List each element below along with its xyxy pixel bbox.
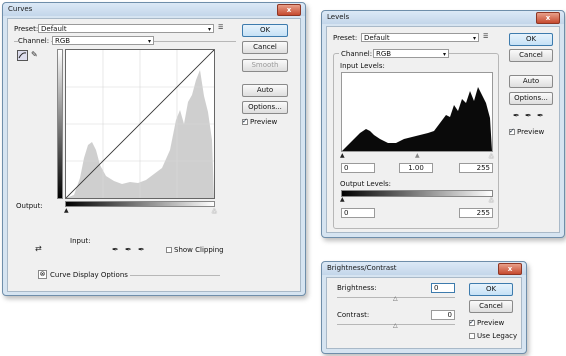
curves-preset-value: Default [41, 25, 67, 33]
levels-title: Levels [327, 13, 350, 21]
levels-close-button[interactable]: x [536, 12, 560, 24]
contrast-field[interactable]: 0 [431, 310, 455, 320]
black-point-slider-icon[interactable]: ▲ [64, 207, 69, 214]
brightness-close-button[interactable]: x [498, 263, 522, 275]
preset-menu-icon[interactable]: ☰ [218, 24, 223, 31]
curves-auto-button[interactable]: Auto [242, 84, 288, 97]
chevron-down-icon: ▾ [472, 35, 476, 42]
brightness-preview-checkbox[interactable] [469, 318, 475, 326]
curve-display-divider [130, 275, 220, 276]
white-eyedropper-icon[interactable]: ✒ [537, 111, 544, 120]
curves-graph[interactable] [65, 49, 215, 199]
levels-preview-checkbox[interactable] [509, 127, 515, 135]
contrast-slider-thumb-icon[interactable]: △ [393, 322, 398, 329]
input-gray-slider-icon[interactable]: ▲ [415, 152, 420, 159]
brightness-title: Brightness/Contrast [327, 264, 397, 272]
levels-titlebar[interactable]: Levels x [322, 11, 564, 24]
input-black-field[interactable]: 0 [341, 163, 375, 173]
curves-preview-checkbox[interactable] [242, 117, 248, 125]
curves-title: Curves [8, 5, 33, 13]
brightness-contrast-dialog: Brightness/Contrast x Brightness: 0 △ Co… [321, 261, 527, 354]
levels-histogram [342, 87, 492, 151]
use-legacy-label: Use Legacy [477, 332, 518, 340]
brightness-titlebar[interactable]: Brightness/Contrast x [322, 262, 526, 275]
black-eyedropper-icon[interactable]: ✒ [513, 111, 520, 120]
levels-options-button[interactable]: Options... [509, 92, 553, 105]
output-levels-gradient [341, 190, 493, 197]
curves-input-label: Input: [70, 237, 91, 245]
curves-titlebar[interactable]: Curves x [3, 3, 305, 16]
output-levels-label: Output Levels: [340, 180, 392, 188]
input-white-slider-icon[interactable]: △ [489, 152, 494, 159]
on-image-adjust-icon[interactable]: ⇄ [35, 244, 42, 253]
levels-dialog: Levels x Preset: Default ▾ ☰ Channel: RG… [321, 10, 565, 238]
levels-channel-select[interactable]: RGB ▾ [373, 49, 449, 58]
brightness-slider-thumb-icon[interactable]: △ [393, 295, 398, 302]
output-black-slider-icon[interactable]: ▲ [340, 196, 345, 203]
preset-menu-icon[interactable]: ☰ [483, 33, 488, 40]
levels-histogram-box[interactable] [341, 72, 493, 152]
brightness-label: Brightness: [337, 284, 377, 292]
output-white-field[interactable]: 255 [459, 208, 493, 218]
show-clipping-label: Show Clipping [174, 246, 224, 254]
levels-preset-select[interactable]: Default ▾ [361, 33, 479, 42]
levels-auto-button[interactable]: Auto [509, 75, 553, 88]
chevron-down-icon: ▾ [442, 51, 446, 58]
curves-close-button[interactable]: x [277, 4, 301, 16]
brightness-cancel-button[interactable]: Cancel [469, 300, 513, 313]
output-black-field[interactable]: 0 [341, 208, 375, 218]
white-eyedropper-icon[interactable]: ✒ [138, 245, 145, 254]
expand-options-icon[interactable]: ⊗ [38, 270, 47, 279]
levels-preview-label: Preview [517, 128, 545, 136]
curves-histogram-plot[interactable] [66, 50, 214, 198]
brightness-field[interactable]: 0 [431, 283, 455, 293]
curves-output-label: Output: [16, 202, 43, 210]
white-point-slider-icon[interactable]: △ [212, 207, 217, 214]
curves-preset-label: Preset: [14, 25, 39, 33]
levels-ok-button[interactable]: OK [509, 33, 553, 46]
curve-point-tool-icon[interactable] [17, 50, 28, 61]
pencil-icon[interactable]: ✎ [31, 50, 38, 59]
input-gamma-field[interactable]: 1.00 [399, 163, 433, 173]
curves-cancel-button[interactable]: Cancel [242, 41, 288, 54]
input-levels-label: Input Levels: [340, 62, 385, 70]
levels-preset-label: Preset: [333, 34, 358, 42]
curve-display-options-label[interactable]: Curve Display Options [50, 271, 128, 279]
curves-preset-select[interactable]: Default ▾ [38, 24, 214, 33]
input-white-field[interactable]: 255 [459, 163, 493, 173]
gray-eyedropper-icon[interactable]: ✒ [125, 245, 132, 254]
curves-channel-value: RGB [55, 37, 71, 45]
levels-preset-value: Default [364, 34, 390, 42]
chevron-down-icon: ▾ [207, 26, 211, 33]
curves-body: Preset: Default ▾ ☰ Channel: RGB ▾ ✎ Out… [7, 18, 301, 292]
brightness-preview-label: Preview [477, 319, 505, 327]
levels-body: Preset: Default ▾ ☰ Channel: RGB ▾ Input… [326, 26, 560, 233]
levels-histogram-plot [342, 87, 492, 151]
curves-smooth-button[interactable]: Smooth [242, 59, 288, 72]
use-legacy-checkbox[interactable] [469, 333, 475, 339]
levels-channel-value: RGB [376, 50, 392, 58]
chevron-down-icon: ▾ [147, 38, 151, 45]
curves-preview-label: Preview [250, 118, 278, 126]
curves-dialog: Curves x Preset: Default ▾ ☰ Channel: RG… [2, 2, 306, 296]
input-gradient-bar [65, 201, 215, 207]
gray-eyedropper-icon[interactable]: ✒ [525, 111, 532, 120]
contrast-label: Contrast: [337, 311, 370, 319]
output-white-slider-icon[interactable]: △ [489, 196, 494, 203]
curves-ok-button[interactable]: OK [242, 24, 288, 37]
brightness-ok-button[interactable]: OK [469, 283, 513, 296]
black-eyedropper-icon[interactable]: ✒ [112, 245, 119, 254]
curves-channel-label: Channel: [18, 37, 52, 45]
output-gradient-bar [57, 49, 63, 199]
levels-cancel-button[interactable]: Cancel [509, 49, 553, 62]
brightness-body: Brightness: 0 △ Contrast: 0 △ OK Cancel … [326, 277, 522, 349]
curves-options-button[interactable]: Options... [242, 101, 288, 114]
input-black-slider-icon[interactable]: ▲ [340, 152, 345, 159]
curves-channel-select[interactable]: RGB ▾ [52, 36, 154, 45]
levels-channel-label: Channel: [339, 50, 375, 58]
show-clipping-checkbox[interactable] [166, 247, 172, 253]
